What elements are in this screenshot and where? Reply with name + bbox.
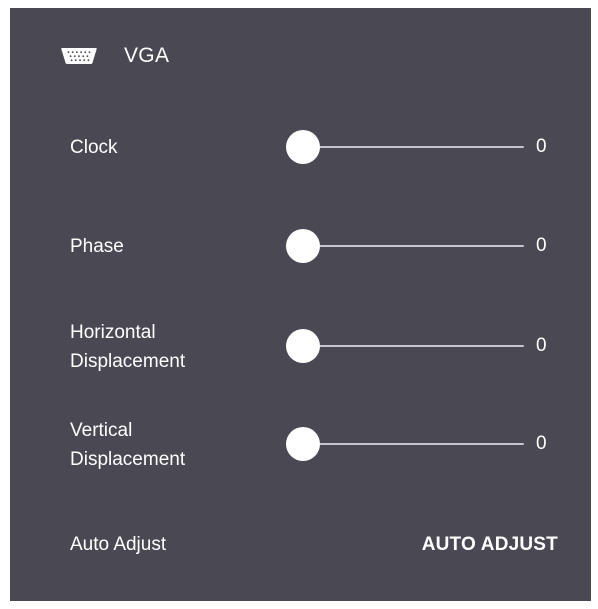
setting-label-horizontal-displacement: Horizontal Displacement — [70, 318, 185, 376]
vga-settings-panel: VGA Clock 0 Phase 0 Horizontal Displacem… — [10, 8, 591, 601]
slider-track[interactable] — [286, 146, 524, 148]
slider-thumb[interactable] — [286, 130, 320, 164]
setting-label-phase: Phase — [70, 232, 124, 261]
slider-track[interactable] — [286, 245, 524, 247]
slider-track[interactable] — [286, 345, 524, 347]
slider-thumb[interactable] — [286, 329, 320, 363]
slider-thumb[interactable] — [286, 427, 320, 461]
clock-slider[interactable] — [286, 130, 524, 164]
horizontal-displacement-value: 0 — [536, 335, 547, 356]
vga-connector-icon — [61, 48, 97, 64]
panel-header: VGA — [60, 41, 169, 71]
setting-label-line: Displacement — [70, 449, 186, 470]
slider-thumb[interactable] — [286, 229, 320, 263]
setting-label-vertical-displacement: Vertical Displacement — [70, 416, 185, 474]
setting-label-line: Horizontal — [70, 322, 156, 343]
setting-label-line: Vertical — [70, 420, 133, 441]
setting-label-line: Clock — [70, 137, 118, 158]
auto-adjust-button[interactable]: AUTO ADJUST — [422, 530, 558, 559]
phase-slider[interactable] — [286, 229, 524, 263]
panel-title: VGA — [124, 44, 170, 67]
setting-label-clock: Clock — [70, 133, 118, 162]
vertical-displacement-slider[interactable] — [286, 427, 524, 461]
setting-label-line: Displacement — [70, 351, 186, 372]
setting-label-line: Phase — [70, 236, 124, 257]
phase-value: 0 — [536, 235, 547, 256]
horizontal-displacement-slider[interactable] — [286, 329, 524, 363]
vertical-displacement-value: 0 — [536, 433, 547, 454]
auto-adjust-label: Auto Adjust — [70, 534, 167, 555]
clock-value: 0 — [536, 136, 547, 157]
slider-track[interactable] — [286, 443, 524, 445]
